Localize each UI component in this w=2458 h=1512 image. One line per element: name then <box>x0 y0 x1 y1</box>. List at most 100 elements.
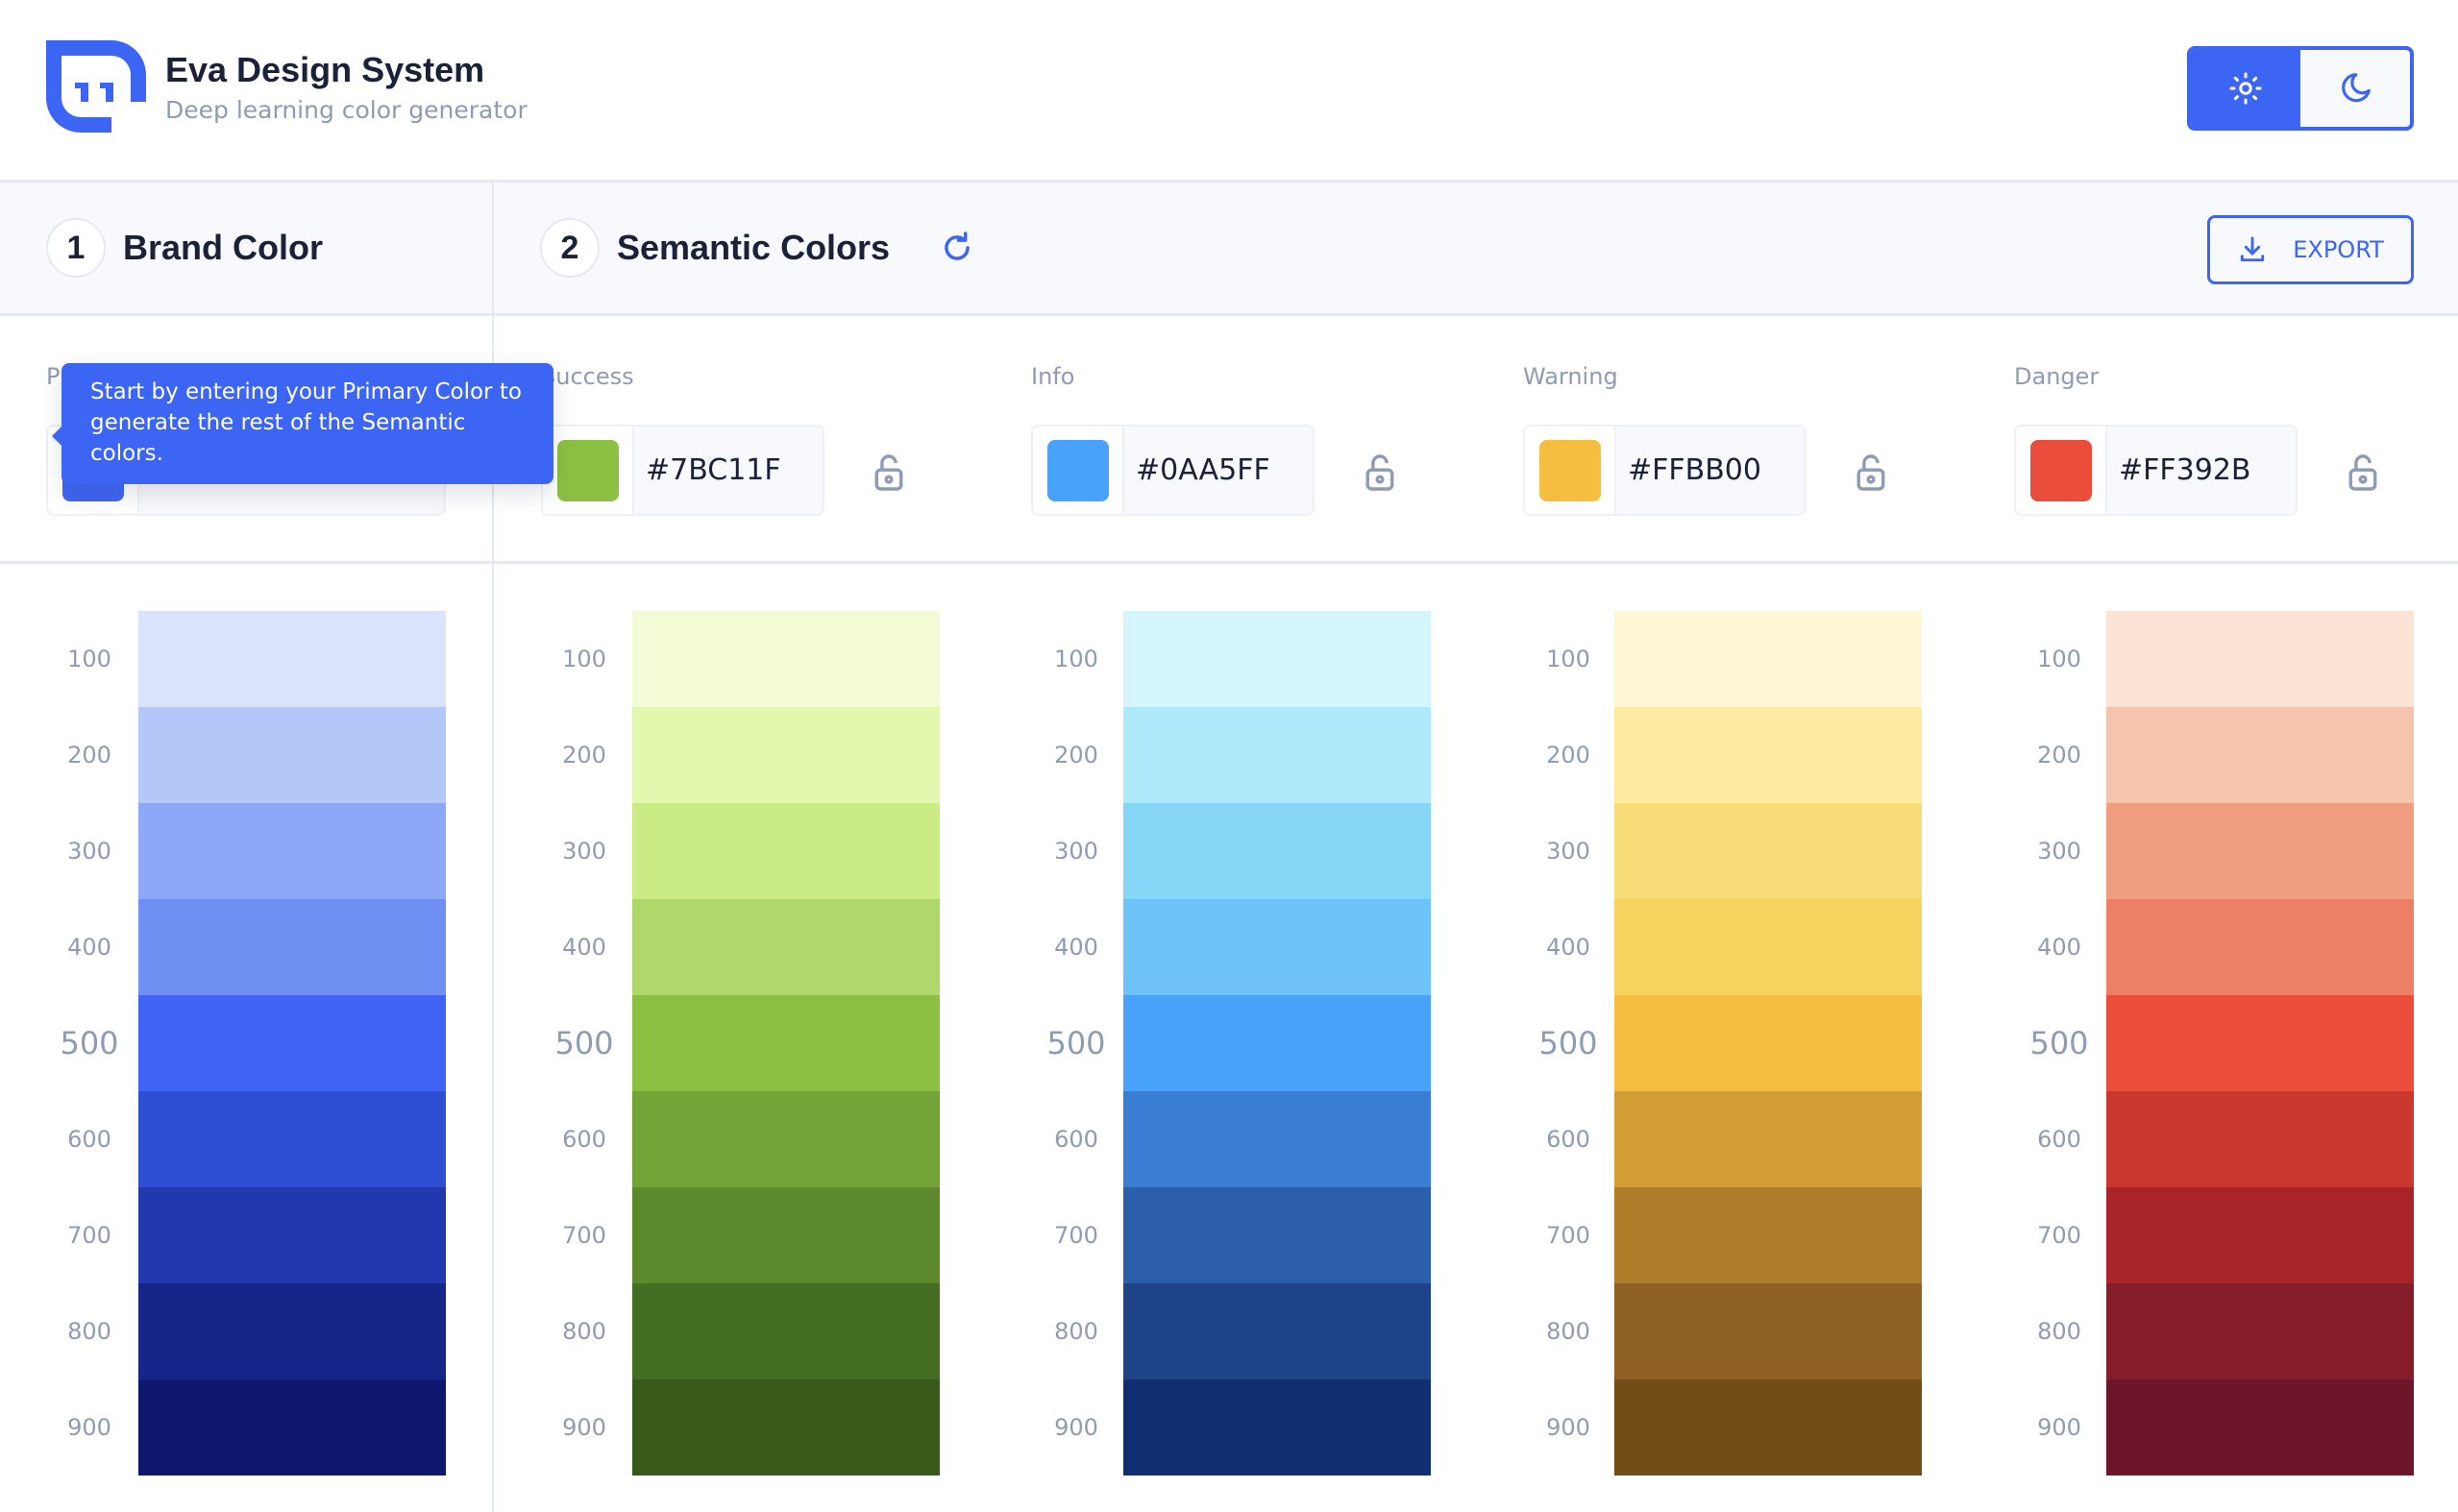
warning-shade-label: 400 <box>1546 934 1590 961</box>
danger-shade-600[interactable] <box>2106 1091 2414 1187</box>
theme-toggle[interactable] <box>2187 46 2414 131</box>
danger-shade-300[interactable] <box>2106 803 2414 899</box>
success-shade-900[interactable] <box>632 1379 940 1475</box>
success-shade-300[interactable] <box>632 803 940 899</box>
success-color-input[interactable]: #7BC11F <box>541 425 824 516</box>
warning-shade-label: 500 <box>1538 1025 1598 1061</box>
success-shade-600[interactable] <box>632 1091 940 1187</box>
success-shade-label: 300 <box>562 838 606 865</box>
info-shade-100[interactable] <box>1123 611 1431 707</box>
section-title: Brand Color <box>123 228 324 267</box>
moon-icon <box>2342 73 2371 103</box>
success-shade-800[interactable] <box>632 1283 940 1379</box>
info-shade-label: 500 <box>1046 1025 1106 1061</box>
unlock-icon[interactable] <box>2347 453 2379 492</box>
onboarding-tooltip: Start by entering your Primary Color to … <box>52 363 553 484</box>
info-shade-500[interactable] <box>1123 995 1431 1091</box>
primary-shade-label: 400 <box>67 934 111 961</box>
brand-color-header: 1 Brand Color <box>46 217 323 279</box>
warning-shade-label: 900 <box>1546 1414 1590 1441</box>
warning-shade-300[interactable] <box>1614 803 1922 899</box>
light-theme-button[interactable] <box>2191 50 2300 127</box>
warning-shade-700[interactable] <box>1614 1187 1922 1283</box>
danger-shade-900[interactable] <box>2106 1379 2414 1475</box>
danger-color-input[interactable]: #FF392B <box>2014 425 2298 516</box>
export-button[interactable]: EXPORT <box>2207 215 2414 284</box>
warning-shade-800[interactable] <box>1614 1283 1922 1379</box>
info-shade-label: 200 <box>1054 742 1098 768</box>
danger-hex-value[interactable]: #FF392B <box>2107 427 2251 514</box>
danger-shade-label: 900 <box>2037 1414 2081 1441</box>
primary-shade-900[interactable] <box>138 1379 446 1475</box>
danger-shade-500[interactable] <box>2106 995 2414 1091</box>
success-shade-label: 200 <box>562 742 606 768</box>
success-hex-value[interactable]: #7BC11F <box>634 427 781 514</box>
danger-shade-700[interactable] <box>2106 1187 2414 1283</box>
info-shade-900[interactable] <box>1123 1379 1431 1475</box>
section-header-band <box>0 183 2458 316</box>
export-label: EXPORT <box>2293 236 2384 263</box>
primary-shade-label: 900 <box>67 1414 111 1441</box>
danger-shade-label: 500 <box>2029 1025 2089 1061</box>
info-shade-300[interactable] <box>1123 803 1431 899</box>
refresh-button[interactable] <box>938 229 976 267</box>
unlock-icon[interactable] <box>1855 453 1887 492</box>
info-hex-value[interactable]: #0AA5FF <box>1124 427 1270 514</box>
primary-shade-label: 500 <box>60 1025 119 1061</box>
warning-shade-label: 200 <box>1546 742 1590 768</box>
info-shade-label: 700 <box>1054 1222 1098 1249</box>
info-swatch-cell[interactable] <box>1033 427 1124 514</box>
sun-icon <box>2229 72 2262 105</box>
danger-shade-400[interactable] <box>2106 899 2414 995</box>
success-swatch-cell[interactable] <box>543 427 634 514</box>
danger-shade-label: 800 <box>2037 1318 2081 1345</box>
warning-label: Warning <box>1523 363 1618 390</box>
warning-shade-100[interactable] <box>1614 611 1922 707</box>
success-shade-label: 500 <box>554 1025 614 1061</box>
info-shade-200[interactable] <box>1123 707 1431 803</box>
app-subtitle: Deep learning color generator <box>165 96 528 124</box>
danger-shade-label: 100 <box>2037 646 2081 672</box>
danger-shade-200[interactable] <box>2106 707 2414 803</box>
primary-shade-200[interactable] <box>138 707 446 803</box>
success-swatch <box>556 439 619 501</box>
warning-shade-500[interactable] <box>1614 995 1922 1091</box>
success-shade-400[interactable] <box>632 899 940 995</box>
info-shade-700[interactable] <box>1123 1187 1431 1283</box>
danger-shade-label: 700 <box>2037 1222 2081 1249</box>
warning-shade-label: 600 <box>1546 1126 1590 1153</box>
info-shade-400[interactable] <box>1123 899 1431 995</box>
danger-shade-800[interactable] <box>2106 1283 2414 1379</box>
info-swatch <box>1046 439 1109 501</box>
primary-shade-600[interactable] <box>138 1091 446 1187</box>
warning-hex-value[interactable]: #FFBB00 <box>1616 427 1761 514</box>
dark-theme-button[interactable] <box>2300 50 2410 127</box>
warning-swatch-cell[interactable] <box>1525 427 1616 514</box>
danger-swatch-cell[interactable] <box>2016 427 2107 514</box>
warning-shade-400[interactable] <box>1614 899 1922 995</box>
warning-shade-label: 100 <box>1546 646 1590 672</box>
danger-shade-100[interactable] <box>2106 611 2414 707</box>
success-shade-label: 900 <box>562 1414 606 1441</box>
success-shade-700[interactable] <box>632 1187 940 1283</box>
unlock-icon[interactable] <box>1364 453 1396 492</box>
warning-color-input[interactable]: #FFBB00 <box>1523 425 1807 516</box>
success-shade-500[interactable] <box>632 995 940 1091</box>
primary-shade-400[interactable] <box>138 899 446 995</box>
primary-shade-700[interactable] <box>138 1187 446 1283</box>
warning-shade-600[interactable] <box>1614 1091 1922 1187</box>
warning-shade-200[interactable] <box>1614 707 1922 803</box>
success-shade-label: 700 <box>562 1222 606 1249</box>
primary-shade-800[interactable] <box>138 1283 446 1379</box>
primary-shade-500[interactable] <box>138 995 446 1091</box>
unlock-icon[interactable] <box>873 453 905 492</box>
primary-shade-100[interactable] <box>138 611 446 707</box>
success-shade-200[interactable] <box>632 707 940 803</box>
success-shade-100[interactable] <box>632 611 940 707</box>
info-shade-600[interactable] <box>1123 1091 1431 1187</box>
info-color-input[interactable]: #0AA5FF <box>1031 425 1315 516</box>
warning-shade-900[interactable] <box>1614 1379 1922 1475</box>
info-shade-800[interactable] <box>1123 1283 1431 1379</box>
primary-shade-300[interactable] <box>138 803 446 899</box>
primary-shade-label: 200 <box>67 742 111 768</box>
